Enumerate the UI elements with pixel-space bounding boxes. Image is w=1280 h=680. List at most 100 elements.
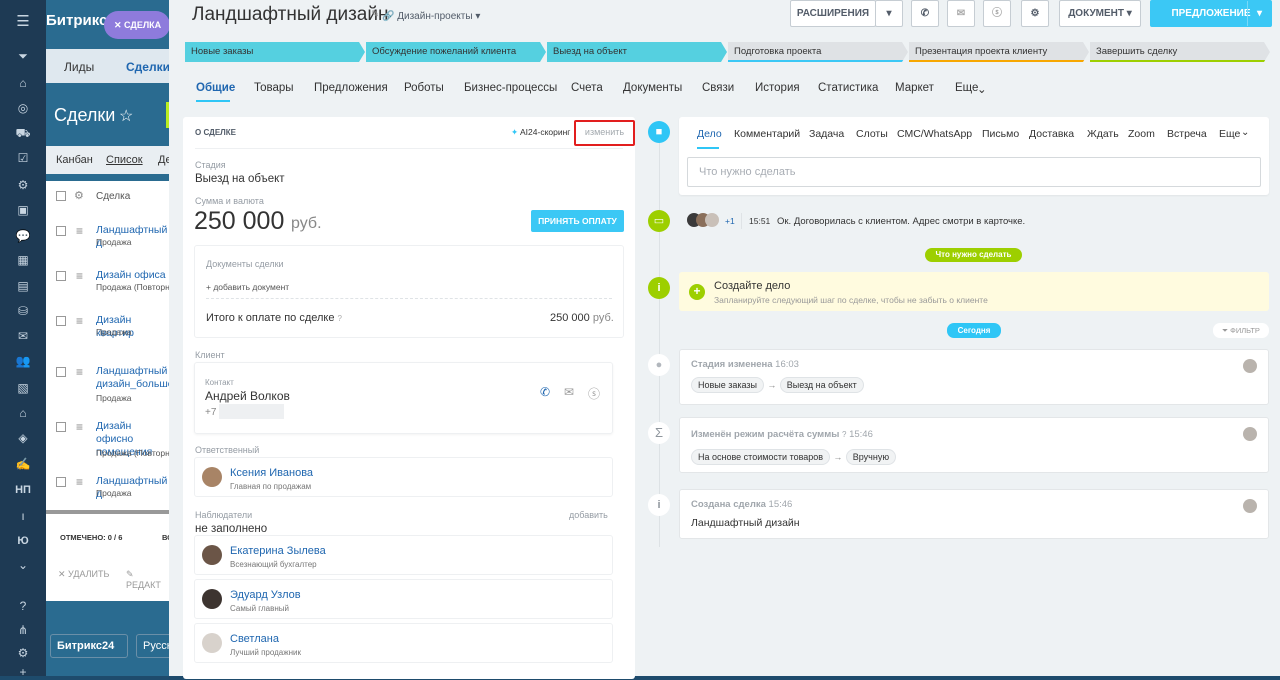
comment-count[interactable]: +1 [725,216,735,226]
row-menu-icon[interactable]: ≡ [76,269,83,283]
stage-6[interactable]: Завершить сделку [1090,42,1270,62]
chevron-down-icon[interactable]: ⌄ [1241,127,1249,138]
accept-payment-button[interactable]: ПРИНЯТЬ ОПЛАТУ [531,210,624,232]
document-icon[interactable]: ▤ [14,278,32,294]
view-list[interactable]: Список [106,154,143,166]
gear-icon[interactable]: ⚙ [74,189,84,202]
activity-tab-8[interactable]: Zoom [1128,128,1155,140]
row-checkbox[interactable] [56,316,66,326]
menu-icon[interactable]: ☰ [14,14,32,30]
stage-4[interactable]: Подготовка проекта [728,42,908,62]
activity-tab-3[interactable]: Слоты [856,128,888,140]
phone-icon[interactable]: ✆ [911,0,939,27]
mail-icon[interactable]: ✉ [14,328,32,344]
groups-icon[interactable]: ▧ [14,380,32,396]
tab-3[interactable]: Роботы [404,82,444,94]
skype-icon[interactable]: ⓢ [588,385,600,402]
sitemap-icon[interactable]: ⋔ [14,622,32,638]
table-row[interactable]: ≡ Дизайн офиса Продажа (Повторн [46,265,170,309]
checkbox-icon[interactable]: ☑ [14,150,32,166]
filter-icon[interactable]: ⏷ [14,48,32,64]
create-activity-card[interactable]: + Создайте дело Запланируйте следующий ш… [679,272,1269,311]
extensions-dropdown[interactable]: ▾ [875,0,903,27]
row-checkbox[interactable] [56,226,66,236]
stage-value[interactable]: Выезд на объект [195,173,285,185]
drive-icon[interactable]: ⛁ [14,303,32,319]
stage-3[interactable]: Выезд на объект [547,42,727,62]
call-icon[interactable]: ✆ [540,385,550,399]
extensions-button[interactable]: РАСШИРЕНИЯ [790,0,876,27]
observer-name[interactable]: Эдуард Узлов [230,589,301,601]
tab-4[interactable]: Бизнес-процессы [464,82,557,94]
document-button[interactable]: ДОКУМЕНТ ▾ [1059,0,1141,27]
view-kanban[interactable]: Канбан [56,154,93,166]
tab-9[interactable]: Статистика [818,82,878,94]
row-title[interactable]: Дизайн офиса [96,269,170,282]
tab-8[interactable]: История [755,82,800,94]
activity-tab-7[interactable]: Ждать [1087,128,1119,140]
add-icon[interactable]: + [689,284,705,300]
chevron-down-icon[interactable]: ⌄ [14,557,32,573]
plus-icon[interactable]: + [14,664,32,680]
add-document-link[interactable]: + добавить документ [206,282,289,292]
info-icon[interactable]: ı [14,508,32,524]
table-row[interactable]: ≡ Ландшафтный д Продажа [46,471,170,515]
delete-button[interactable]: ✕ УДАЛИТЬ [58,569,109,580]
create-title[interactable]: Создайте дело [714,280,790,292]
contacts-icon[interactable]: 👥 [14,353,32,369]
row-menu-icon[interactable]: ≡ [76,314,83,328]
activity-tab-1[interactable]: Комментарий [734,128,800,140]
responsible-card[interactable]: Ксения Иванова Главная по продажам [194,457,613,497]
category-link[interactable]: 🔗 Дизайн-проекты ▾ [382,11,480,22]
row-checkbox[interactable] [56,422,66,432]
row-menu-icon[interactable]: ≡ [76,475,83,489]
help-icon[interactable]: ? [14,598,32,614]
table-row[interactable]: ≡ Ландшафтный дизайн_большо Продажа [46,361,170,405]
crm-icon[interactable]: ⚙ [14,177,32,193]
pencil-icon[interactable]: ✎ [371,9,379,20]
settings-icon[interactable]: ⚙ [14,645,32,661]
observer-card[interactable]: Екатерина Зылева Всезнающий бухгалтер [194,535,613,575]
contact-phone[interactable]: +7 [205,407,216,418]
skype-icon[interactable]: ⓢ [983,0,1011,27]
chevron-down-icon[interactable]: ⌄ [977,82,987,96]
table-row[interactable]: ≡ Ландшафтный д Продажа [46,220,170,264]
cart-icon[interactable]: ⛟ [14,125,32,141]
box-icon[interactable]: ◈ [14,430,32,446]
observer-card[interactable]: Эдуард Узлов Самый главный [194,579,613,619]
activity-tab-0[interactable]: Дело [697,128,722,140]
stage-2[interactable]: Обсуждение пожеланий клиента [366,42,546,62]
tab-2[interactable]: Предложения [314,82,388,94]
activity-tab-6[interactable]: Доставка [1029,128,1074,140]
calendar-icon[interactable]: ▦ [14,252,32,268]
contact-name[interactable]: Андрей Волков [205,389,290,403]
edit-section-link[interactable]: изменить [574,120,635,146]
add-observer-link[interactable]: добавить [569,510,608,520]
footer-brand[interactable]: Битрикс24 [50,634,128,658]
target-icon[interactable]: ◎ [14,100,32,116]
shop-icon[interactable]: ⌂ [14,405,32,421]
tab-11[interactable]: Еще [955,82,978,94]
todo-input[interactable]: Что нужно сделать [687,157,1261,187]
tab-6[interactable]: Документы [623,82,682,94]
stage-5[interactable]: Презентация проекта клиенту [909,42,1089,62]
activity-tab-4[interactable]: СМС/WhatsApp [897,128,972,140]
tab-0[interactable]: Общие [196,82,235,94]
observer-name[interactable]: Екатерина Зылева [230,545,326,557]
offer-button[interactable]: ПРЕДЛОЖЕНИЕ ▾ [1150,0,1272,27]
row-menu-icon[interactable]: ≡ [76,224,83,238]
ai-scoring[interactable]: ✦ AI24-скоринг [511,127,570,138]
np-label[interactable]: НП [14,482,32,498]
table-row[interactable]: ≡ Дизайн офисно помещения Продажа (Повто… [46,416,170,460]
edit-button[interactable]: ✎ РЕДАКТ [126,569,170,590]
stage-1[interactable]: Новые заказы [185,42,365,62]
activity-tab-5[interactable]: Письмо [982,128,1019,140]
filter-button[interactable]: ⏷ ФИЛЬТР [1213,323,1269,338]
tab-1[interactable]: Товары [254,82,294,94]
settings-gear-icon[interactable]: ⚙ [1021,0,1049,27]
row-checkbox[interactable] [56,271,66,281]
email-icon[interactable]: ✉ [564,385,574,399]
row-checkbox[interactable] [56,477,66,487]
responsible-name[interactable]: Ксения Иванова [230,467,313,479]
activity-tab-2[interactable]: Задача [809,128,844,140]
